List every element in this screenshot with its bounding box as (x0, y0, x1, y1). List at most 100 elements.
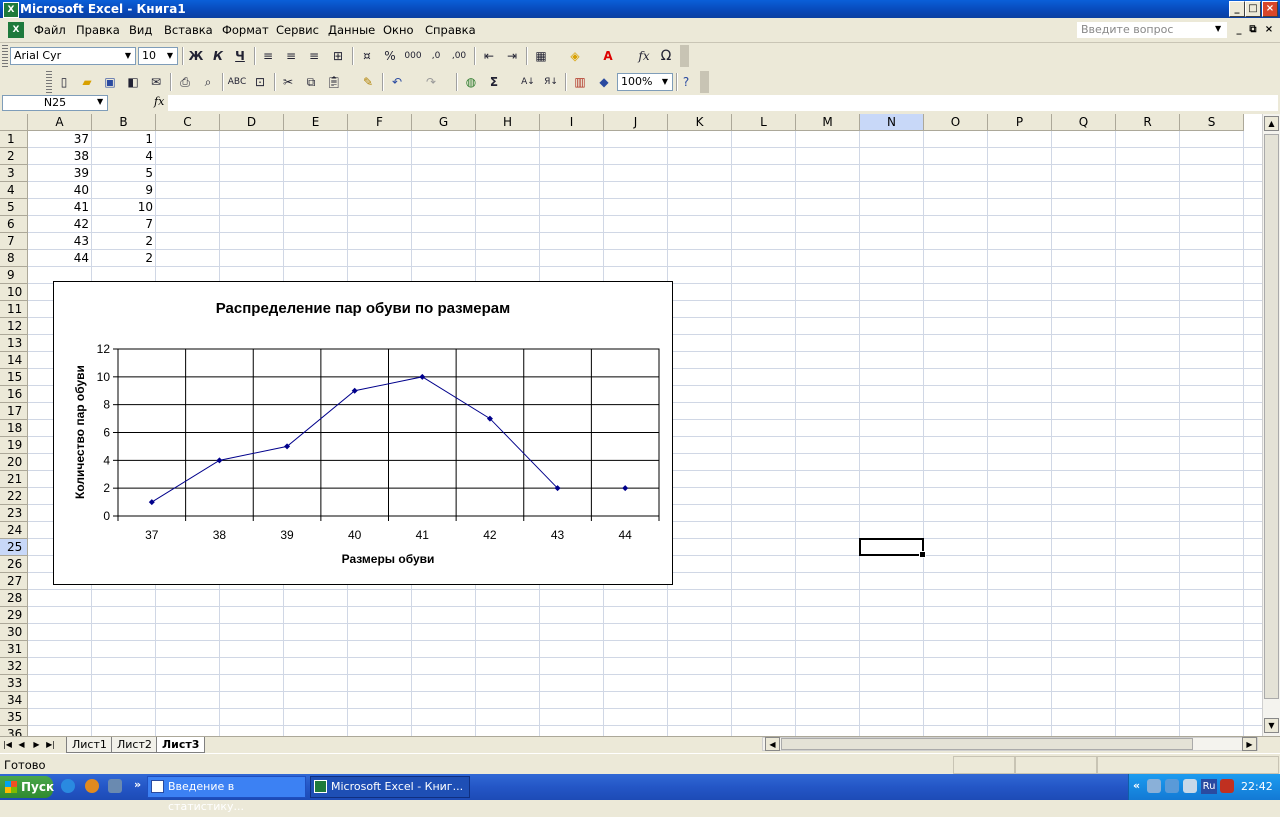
minimize-button[interactable]: _ (1229, 1, 1245, 17)
menu-insert[interactable]: Вставка (164, 23, 213, 37)
sheet-tab-2[interactable]: Лист2 (111, 737, 158, 753)
row-header-24[interactable]: 24 (0, 522, 28, 539)
cell-a5[interactable]: 41 (28, 199, 92, 216)
column-header-e[interactable]: E (284, 114, 348, 131)
column-header-g[interactable]: G (412, 114, 476, 131)
close-button[interactable]: × (1262, 1, 1278, 17)
row-header-4[interactable]: 4 (0, 182, 28, 199)
maximize-button[interactable]: □ (1245, 1, 1261, 17)
scroll-up-icon[interactable]: ▲ (1264, 116, 1279, 131)
undo-icon[interactable]: ↶ (387, 72, 407, 92)
hyperlink-icon[interactable]: ◍ (461, 72, 481, 92)
drawing-icon[interactable]: ◆ (594, 72, 614, 92)
row-header-23[interactable]: 23 (0, 505, 28, 522)
row-header-31[interactable]: 31 (0, 641, 28, 658)
menu-data[interactable]: Данные (328, 23, 375, 37)
task-excel[interactable]: Microsoft Excel - Книг... (310, 776, 470, 798)
row-header-8[interactable]: 8 (0, 250, 28, 267)
zoom-select[interactable]: 100% ▼ (617, 73, 673, 91)
column-header-a[interactable]: A (28, 114, 92, 131)
vertical-scrollbar[interactable]: ▲ ▼ (1262, 114, 1280, 736)
print-preview-icon[interactable]: ⌕ (198, 72, 218, 92)
volume-icon[interactable] (1183, 779, 1197, 793)
row-header-6[interactable]: 6 (0, 216, 28, 233)
row-header-5[interactable]: 5 (0, 199, 28, 216)
cell-b1[interactable]: 1 (92, 131, 156, 148)
font-size-select[interactable]: 10 ▼ (138, 47, 178, 65)
chart-wizard-icon[interactable]: ▥ (570, 72, 590, 92)
research-icon[interactable]: ⊡ (250, 72, 270, 92)
cell-b8[interactable]: 2 (92, 250, 156, 267)
toolbar-grip[interactable] (2, 45, 8, 67)
currency-icon[interactable]: ¤ (357, 46, 377, 66)
row-header-12[interactable]: 12 (0, 318, 28, 335)
cell-a2[interactable]: 38 (28, 148, 92, 165)
row-header-16[interactable]: 16 (0, 386, 28, 403)
column-header-m[interactable]: M (796, 114, 860, 131)
prev-sheet-icon[interactable]: ◀ (16, 738, 27, 751)
language-indicator[interactable]: Ru (1201, 779, 1217, 794)
decrease-indent-icon[interactable]: ⇤ (479, 46, 499, 66)
row-header-17[interactable]: 17 (0, 403, 28, 420)
cell-a3[interactable]: 39 (28, 165, 92, 182)
row-header-28[interactable]: 28 (0, 590, 28, 607)
cell-a7[interactable]: 43 (28, 233, 92, 250)
network-icon[interactable] (1147, 779, 1161, 793)
italic-button[interactable]: К (208, 46, 228, 66)
open-folder-icon[interactable]: ▰ (77, 72, 97, 92)
column-header-p[interactable]: P (988, 114, 1052, 131)
ask-question-input[interactable]: Введите вопрос (1077, 22, 1227, 38)
sort-ascending-icon[interactable]: A↓ (518, 72, 538, 92)
bold-button[interactable]: Ж (186, 46, 206, 66)
row-header-25[interactable]: 25 (0, 539, 28, 556)
underline-button[interactable]: Ч (230, 46, 250, 66)
row-header-18[interactable]: 18 (0, 420, 28, 437)
column-header-c[interactable]: C (156, 114, 220, 131)
menu-view[interactable]: Вид (129, 23, 152, 37)
row-header-10[interactable]: 10 (0, 284, 28, 301)
scroll-down-icon[interactable]: ▼ (1264, 718, 1279, 733)
column-header-l[interactable]: L (732, 114, 796, 131)
cell-b7[interactable]: 2 (92, 233, 156, 250)
row-header-13[interactable]: 13 (0, 335, 28, 352)
row-header-20[interactable]: 20 (0, 454, 28, 471)
cell-a4[interactable]: 40 (28, 182, 92, 199)
chart-object[interactable]: Распределение пар обуви по размерам Разме… (53, 281, 673, 585)
font-name-select[interactable]: Arial Cyr ▼ (10, 47, 136, 65)
merge-center-icon[interactable]: ⊞ (328, 46, 348, 66)
autosum-icon[interactable]: Σ (484, 72, 504, 92)
row-header-11[interactable]: 11 (0, 301, 28, 318)
horizontal-scrollbar[interactable]: ◀ ▶ (762, 737, 1258, 751)
toolbar-options-icon[interactable] (680, 45, 689, 67)
new-document-icon[interactable]: ▯ (54, 72, 74, 92)
toolbar-options-icon[interactable] (700, 71, 709, 93)
row-header-33[interactable]: 33 (0, 675, 28, 692)
column-header-q[interactable]: Q (1052, 114, 1116, 131)
row-header-34[interactable]: 34 (0, 692, 28, 709)
row-header-7[interactable]: 7 (0, 233, 28, 250)
align-left-icon[interactable]: ≡ (258, 46, 278, 66)
row-header-15[interactable]: 15 (0, 369, 28, 386)
cell-b5[interactable]: 10 (92, 199, 156, 216)
last-sheet-icon[interactable]: ▶| (45, 738, 56, 751)
column-header-s[interactable]: S (1180, 114, 1244, 131)
chevron-down-icon[interactable]: ▼ (97, 97, 103, 106)
print-icon[interactable]: ⎙ (175, 72, 195, 92)
ask-dropdown-icon[interactable]: ▼ (1215, 24, 1221, 33)
network-icon[interactable] (1165, 779, 1179, 793)
media-icon[interactable] (85, 779, 99, 793)
save-icon[interactable]: ▣ (100, 72, 120, 92)
antivirus-icon[interactable] (1220, 779, 1234, 793)
column-header-n[interactable]: N (860, 114, 924, 131)
menu-tools[interactable]: Сервис (276, 23, 319, 37)
row-header-14[interactable]: 14 (0, 352, 28, 369)
sheet-tab-3[interactable]: Лист3 (156, 737, 206, 753)
scroll-left-icon[interactable]: ◀ (765, 737, 780, 751)
menu-window[interactable]: Окно (383, 23, 414, 37)
next-sheet-icon[interactable]: ▶ (31, 738, 42, 751)
horizontal-scroll-thumb[interactable] (781, 738, 1193, 750)
row-header-36[interactable]: 36 (0, 726, 28, 736)
workbook-icon[interactable]: X (8, 22, 24, 38)
decrease-decimal-icon[interactable]: ,00 (449, 46, 469, 66)
row-header-26[interactable]: 26 (0, 556, 28, 573)
